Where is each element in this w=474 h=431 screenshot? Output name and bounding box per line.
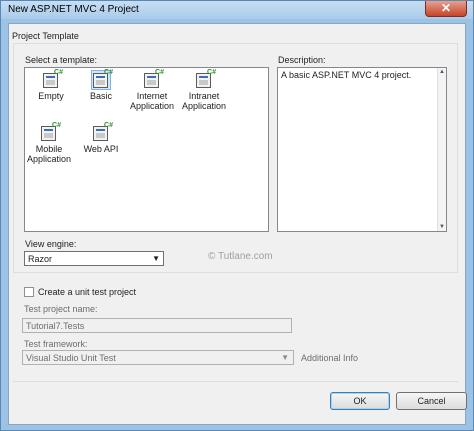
template-intranet-application[interactable]: C# Intranet Application <box>181 69 227 111</box>
additional-info-label: Additional Info <box>301 353 359 363</box>
test-framework-value: Visual Studio Unit Test <box>26 353 116 363</box>
template-label: Mobile Application <box>26 144 72 164</box>
template-label: Intranet Application <box>181 91 227 111</box>
project-template-icon: C# <box>143 69 164 89</box>
template-internet-application[interactable]: C# Internet Application <box>129 69 175 111</box>
project-template-icon: C# <box>42 69 63 89</box>
footer-divider <box>13 381 458 382</box>
create-unit-test-checkbox[interactable] <box>24 287 34 297</box>
scroll-down-icon[interactable]: ▼ <box>439 224 445 230</box>
description-text: A basic ASP.NET MVC 4 project. <box>281 70 412 80</box>
watermark-text: © Tutlane.com <box>208 251 273 262</box>
project-template-icon: C# <box>40 122 61 142</box>
select-template-label: Select a template: <box>25 55 98 65</box>
project-template-group-label: Project Template <box>12 31 79 41</box>
view-engine-value: Razor <box>28 254 53 264</box>
template-web-api[interactable]: C# Web API <box>78 122 124 154</box>
close-icon: ✕ <box>440 1 452 15</box>
dialog-window: New ASP.NET MVC 4 Project ✕ Project Temp… <box>0 0 474 431</box>
template-list[interactable]: C# Empty C# Basic C# Internet Applicatio… <box>24 67 269 232</box>
close-button[interactable]: ✕ <box>425 1 467 17</box>
dropdown-arrow-icon: ▼ <box>152 254 160 263</box>
scroll-up-icon[interactable]: ▲ <box>439 69 445 75</box>
test-framework-label: Test framework: <box>24 339 88 349</box>
project-template-icon: C# <box>91 69 113 90</box>
template-basic[interactable]: C# Basic <box>78 69 124 101</box>
window-title: New ASP.NET MVC 4 Project <box>8 4 139 15</box>
cancel-button[interactable]: Cancel <box>396 392 467 410</box>
ok-button[interactable]: OK <box>330 392 390 410</box>
template-mobile-application[interactable]: C# Mobile Application <box>26 122 72 164</box>
title-bar[interactable]: New ASP.NET MVC 4 Project ✕ <box>1 1 473 19</box>
description-scrollbar[interactable]: ▲ ▼ <box>437 68 446 231</box>
template-empty[interactable]: C# Empty <box>28 69 74 101</box>
test-project-name-input[interactable] <box>22 318 292 333</box>
template-label: Web API <box>83 144 119 154</box>
template-label: Empty <box>38 91 64 101</box>
view-engine-select[interactable]: Razor ▼ <box>24 251 164 266</box>
test-framework-select[interactable]: Visual Studio Unit Test ▼ <box>22 350 294 365</box>
template-label: Basic <box>89 91 112 101</box>
template-label: Internet Application <box>129 91 175 111</box>
create-unit-test-label[interactable]: Create a unit test project <box>38 287 136 297</box>
dropdown-arrow-icon: ▼ <box>281 353 289 362</box>
project-template-icon: C# <box>92 122 113 142</box>
description-box: A basic ASP.NET MVC 4 project. ▲ ▼ <box>277 67 447 232</box>
description-label: Description: <box>278 55 326 65</box>
view-engine-label: View engine: <box>25 239 77 249</box>
project-template-icon: C# <box>195 69 216 89</box>
test-project-name-label: Test project name: <box>24 304 98 314</box>
